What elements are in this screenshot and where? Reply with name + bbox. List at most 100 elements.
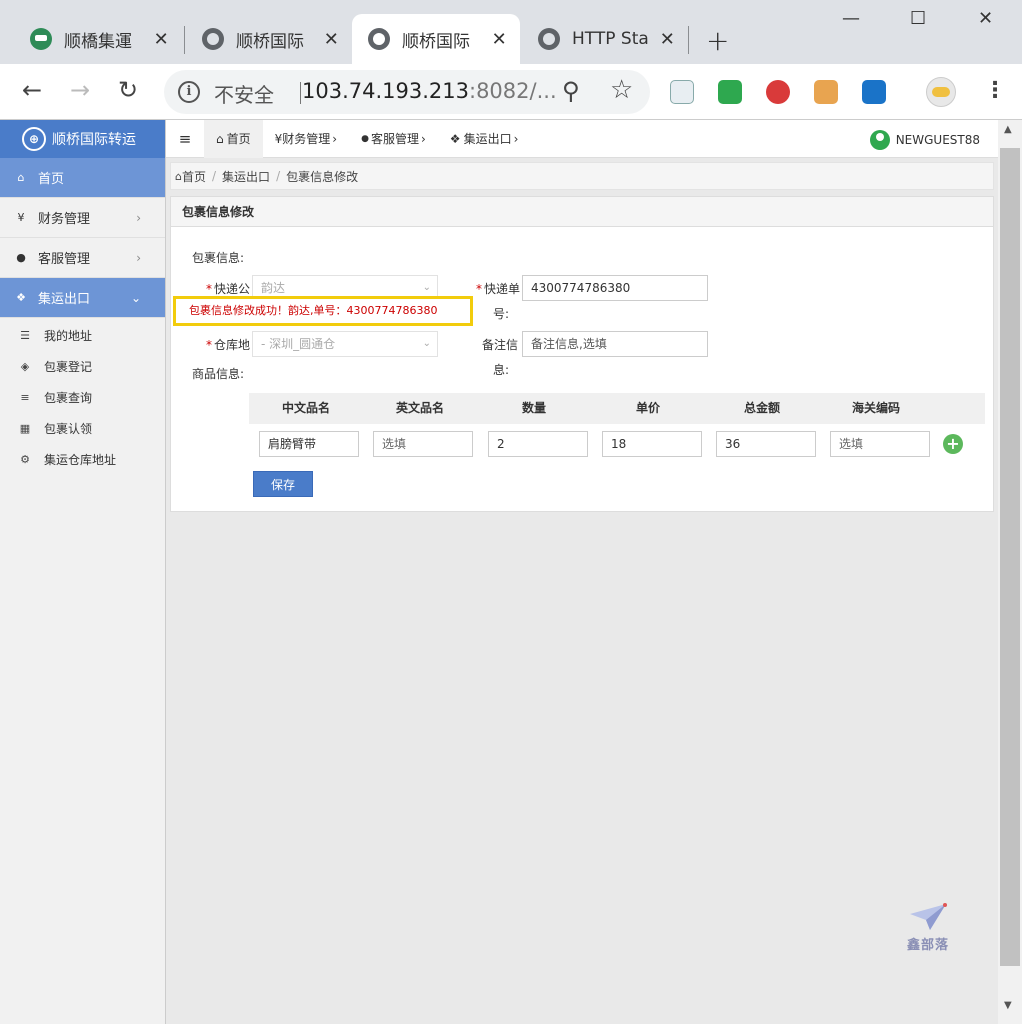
chevron-right-icon: › — [513, 131, 519, 146]
sidebar-subitem-my-address[interactable]: ☰ 我的地址 — [0, 320, 165, 351]
extension-mail-icon[interactable] — [718, 80, 742, 104]
tracking-number-input[interactable]: 4300774786380 — [522, 275, 708, 301]
site-favicon-icon — [30, 28, 52, 50]
home-icon: ⌂ — [216, 131, 224, 146]
sidebar-item-label: 财务管理 — [38, 212, 91, 227]
user-menu[interactable]: NEWGUEST88 — [869, 130, 980, 150]
goods-table-header: 中文品名 英文品名 数量 单价 总金额 海关编码 — [249, 393, 985, 424]
address-bar[interactable]: i 不安全 103.74.193.213:8082/... ⚲ ☆ — [164, 70, 650, 114]
sidebar-subitem-label: 我的地址 — [44, 329, 93, 343]
cube-icon: ◈ — [20, 360, 30, 373]
sidebar-subitem-warehouse-address[interactable]: ⚙ 集运仓库地址 — [0, 444, 165, 475]
goods-table: 中文品名 英文品名 数量 单价 总金额 海关编码 — [249, 393, 985, 424]
bookmark-star-icon[interactable]: ☆ — [610, 75, 633, 105]
watermark-text: 鑫部落 — [906, 938, 949, 953]
courier-label: * 快递公 — [206, 280, 250, 297]
extension-translate-icon[interactable] — [862, 80, 886, 104]
brand[interactable]: ⊕ 顺桥国际转运 — [0, 120, 165, 158]
home-icon: ⌂ — [175, 169, 182, 183]
remark-label: 备注信 — [482, 338, 519, 352]
topnav-consolidation-export[interactable]: ❖ 集运出口 › — [438, 120, 531, 158]
scroll-down-icon[interactable]: ▼ — [1004, 1000, 1012, 1011]
cubes-icon: ❖ — [16, 291, 26, 304]
back-arrow-icon[interactable]: ← — [22, 76, 42, 104]
sidebar-item-consolidation-export[interactable]: ❖ 集运出口 ⌄ — [0, 278, 165, 318]
save-button[interactable]: 保存 — [253, 471, 313, 497]
brand-logo-icon: ⊕ — [22, 127, 46, 151]
close-icon[interactable]: ✕ — [490, 29, 508, 50]
browser-tab-1[interactable]: 顺橋集運 ✕ — [14, 14, 182, 64]
topnav-home[interactable]: ⌂ 首页 — [204, 119, 263, 158]
zoom-icon[interactable]: ⚲ — [562, 77, 580, 105]
menu-dots-icon[interactable]: ⋮ — [984, 78, 1006, 103]
scroll-up-icon[interactable]: ▲ — [1004, 124, 1012, 135]
add-row-plus-icon[interactable]: + — [943, 434, 963, 454]
sidebar-item-label: 客服管理 — [38, 252, 91, 267]
close-icon[interactable]: ✕ — [152, 29, 170, 50]
sidebar-subitem-package-query[interactable]: ≡ 包裹查询 — [0, 382, 165, 413]
breadcrumb-item-home[interactable]: 首页 — [182, 168, 206, 185]
align-icon: ≡ — [20, 391, 30, 404]
cn-name-input[interactable]: 肩膀臂带 — [259, 431, 359, 457]
topnav-label: 财务管理 — [282, 132, 331, 146]
new-tab-button[interactable]: + — [706, 24, 729, 57]
remark-input[interactable]: 备注信息,选填 — [522, 331, 708, 357]
breadcrumb: ⌂ 首页 / 集运出口 / 包裹信息修改 — [170, 162, 994, 190]
user-avatar-icon — [869, 130, 890, 150]
sidebar-subitem-label: 包裹查询 — [44, 391, 93, 405]
breadcrumb-item-export[interactable]: 集运出口 — [222, 168, 270, 185]
topnav-finance[interactable]: ¥ 财务管理 › — [263, 120, 349, 158]
warehouse-label-text: 仓库地 — [214, 338, 251, 352]
extension-box-icon[interactable] — [814, 80, 838, 104]
info-icon[interactable]: i — [178, 81, 200, 103]
page-scrollbar[interactable]: ▲ ▼ — [998, 120, 1022, 1024]
remark-label-cont: 息: — [493, 363, 510, 377]
browser-tab-4[interactable]: HTTP Sta ✕ — [522, 14, 688, 64]
tracking-label: * 快递单 — [476, 280, 520, 297]
total-input[interactable]: 36 — [716, 431, 816, 457]
sidebar: ⊕ 顺桥国际转运 ⌂ 首页 ¥ 财务管理 › ● 客服管理 › ❖ 集运出口 ⌄… — [0, 120, 166, 1024]
gear-icon: ⚙ — [20, 453, 30, 466]
url-text[interactable]: 103.74.193.213:8082/... — [302, 79, 557, 103]
profile-avatar[interactable] — [926, 77, 956, 107]
panel-title: 包裹信息修改 — [171, 197, 993, 227]
sidebar-item-customer-service[interactable]: ● 客服管理 › — [0, 238, 165, 278]
quantity-input[interactable]: 2 — [488, 431, 588, 457]
hs-code-input[interactable]: 选填 — [830, 431, 930, 457]
tab-title: HTTP Sta — [572, 29, 649, 49]
divider — [300, 82, 301, 104]
extension-flower-icon[interactable] — [766, 80, 790, 104]
reload-icon[interactable]: ↻ — [118, 76, 138, 104]
required-marker: * — [476, 282, 482, 296]
col-en-name: 英文品名 — [395, 401, 444, 415]
breadcrumb-separator: / — [212, 169, 217, 183]
sidebar-subitem-package-register[interactable]: ◈ 包裹登记 — [0, 351, 165, 382]
maximize-button[interactable]: ☐ — [910, 8, 926, 29]
sidebar-subitem-package-claim[interactable]: ▦ 包裹认领 — [0, 413, 165, 444]
browser-tab-bar: 顺橋集運 ✕ 顺桥国际 ✕ 顺桥国际 ✕ HTTP Sta ✕ + — ☐ ✕ — [0, 0, 1022, 64]
close-icon[interactable]: ✕ — [659, 29, 676, 50]
scrollbar-thumb[interactable] — [1000, 148, 1020, 966]
hamburger-menu-icon[interactable]: ≡ — [166, 130, 204, 148]
tab-divider — [688, 26, 689, 54]
chevron-down-icon: ⌄ — [422, 338, 431, 349]
col-hs-code: 海关编码 — [851, 401, 900, 415]
minimize-button[interactable]: — — [842, 8, 860, 29]
unit-price-input[interactable]: 18 — [602, 431, 702, 457]
yen-icon: ¥ — [274, 131, 283, 146]
window-close-button[interactable]: ✕ — [978, 8, 993, 29]
sidebar-item-home[interactable]: ⌂ 首页 — [0, 158, 165, 198]
sidebar-item-finance[interactable]: ¥ 财务管理 › — [0, 198, 165, 238]
topnav-customer-service[interactable]: ● 客服管理 › — [349, 120, 438, 158]
browser-tab-2[interactable]: 顺桥国际 ✕ — [186, 14, 352, 64]
package-edit-panel: 包裹信息修改 包裹信息: * 快递公 韵达 ⌄ * 快递单 号: 430077478… — [170, 196, 994, 512]
globe-icon — [368, 28, 390, 50]
browser-tab-3-active[interactable]: 顺桥国际 ✕ — [352, 14, 520, 64]
warehouse-select[interactable]: - 深圳_圆通仓 ⌄ — [252, 331, 438, 357]
extension-notes-icon[interactable] — [670, 80, 694, 104]
col-quantity: 数量 — [521, 401, 546, 415]
forward-arrow-icon[interactable]: → — [70, 76, 90, 104]
list-icon: ☰ — [20, 329, 30, 342]
en-name-input[interactable]: 选填 — [373, 431, 473, 457]
close-icon[interactable]: ✕ — [323, 29, 340, 50]
